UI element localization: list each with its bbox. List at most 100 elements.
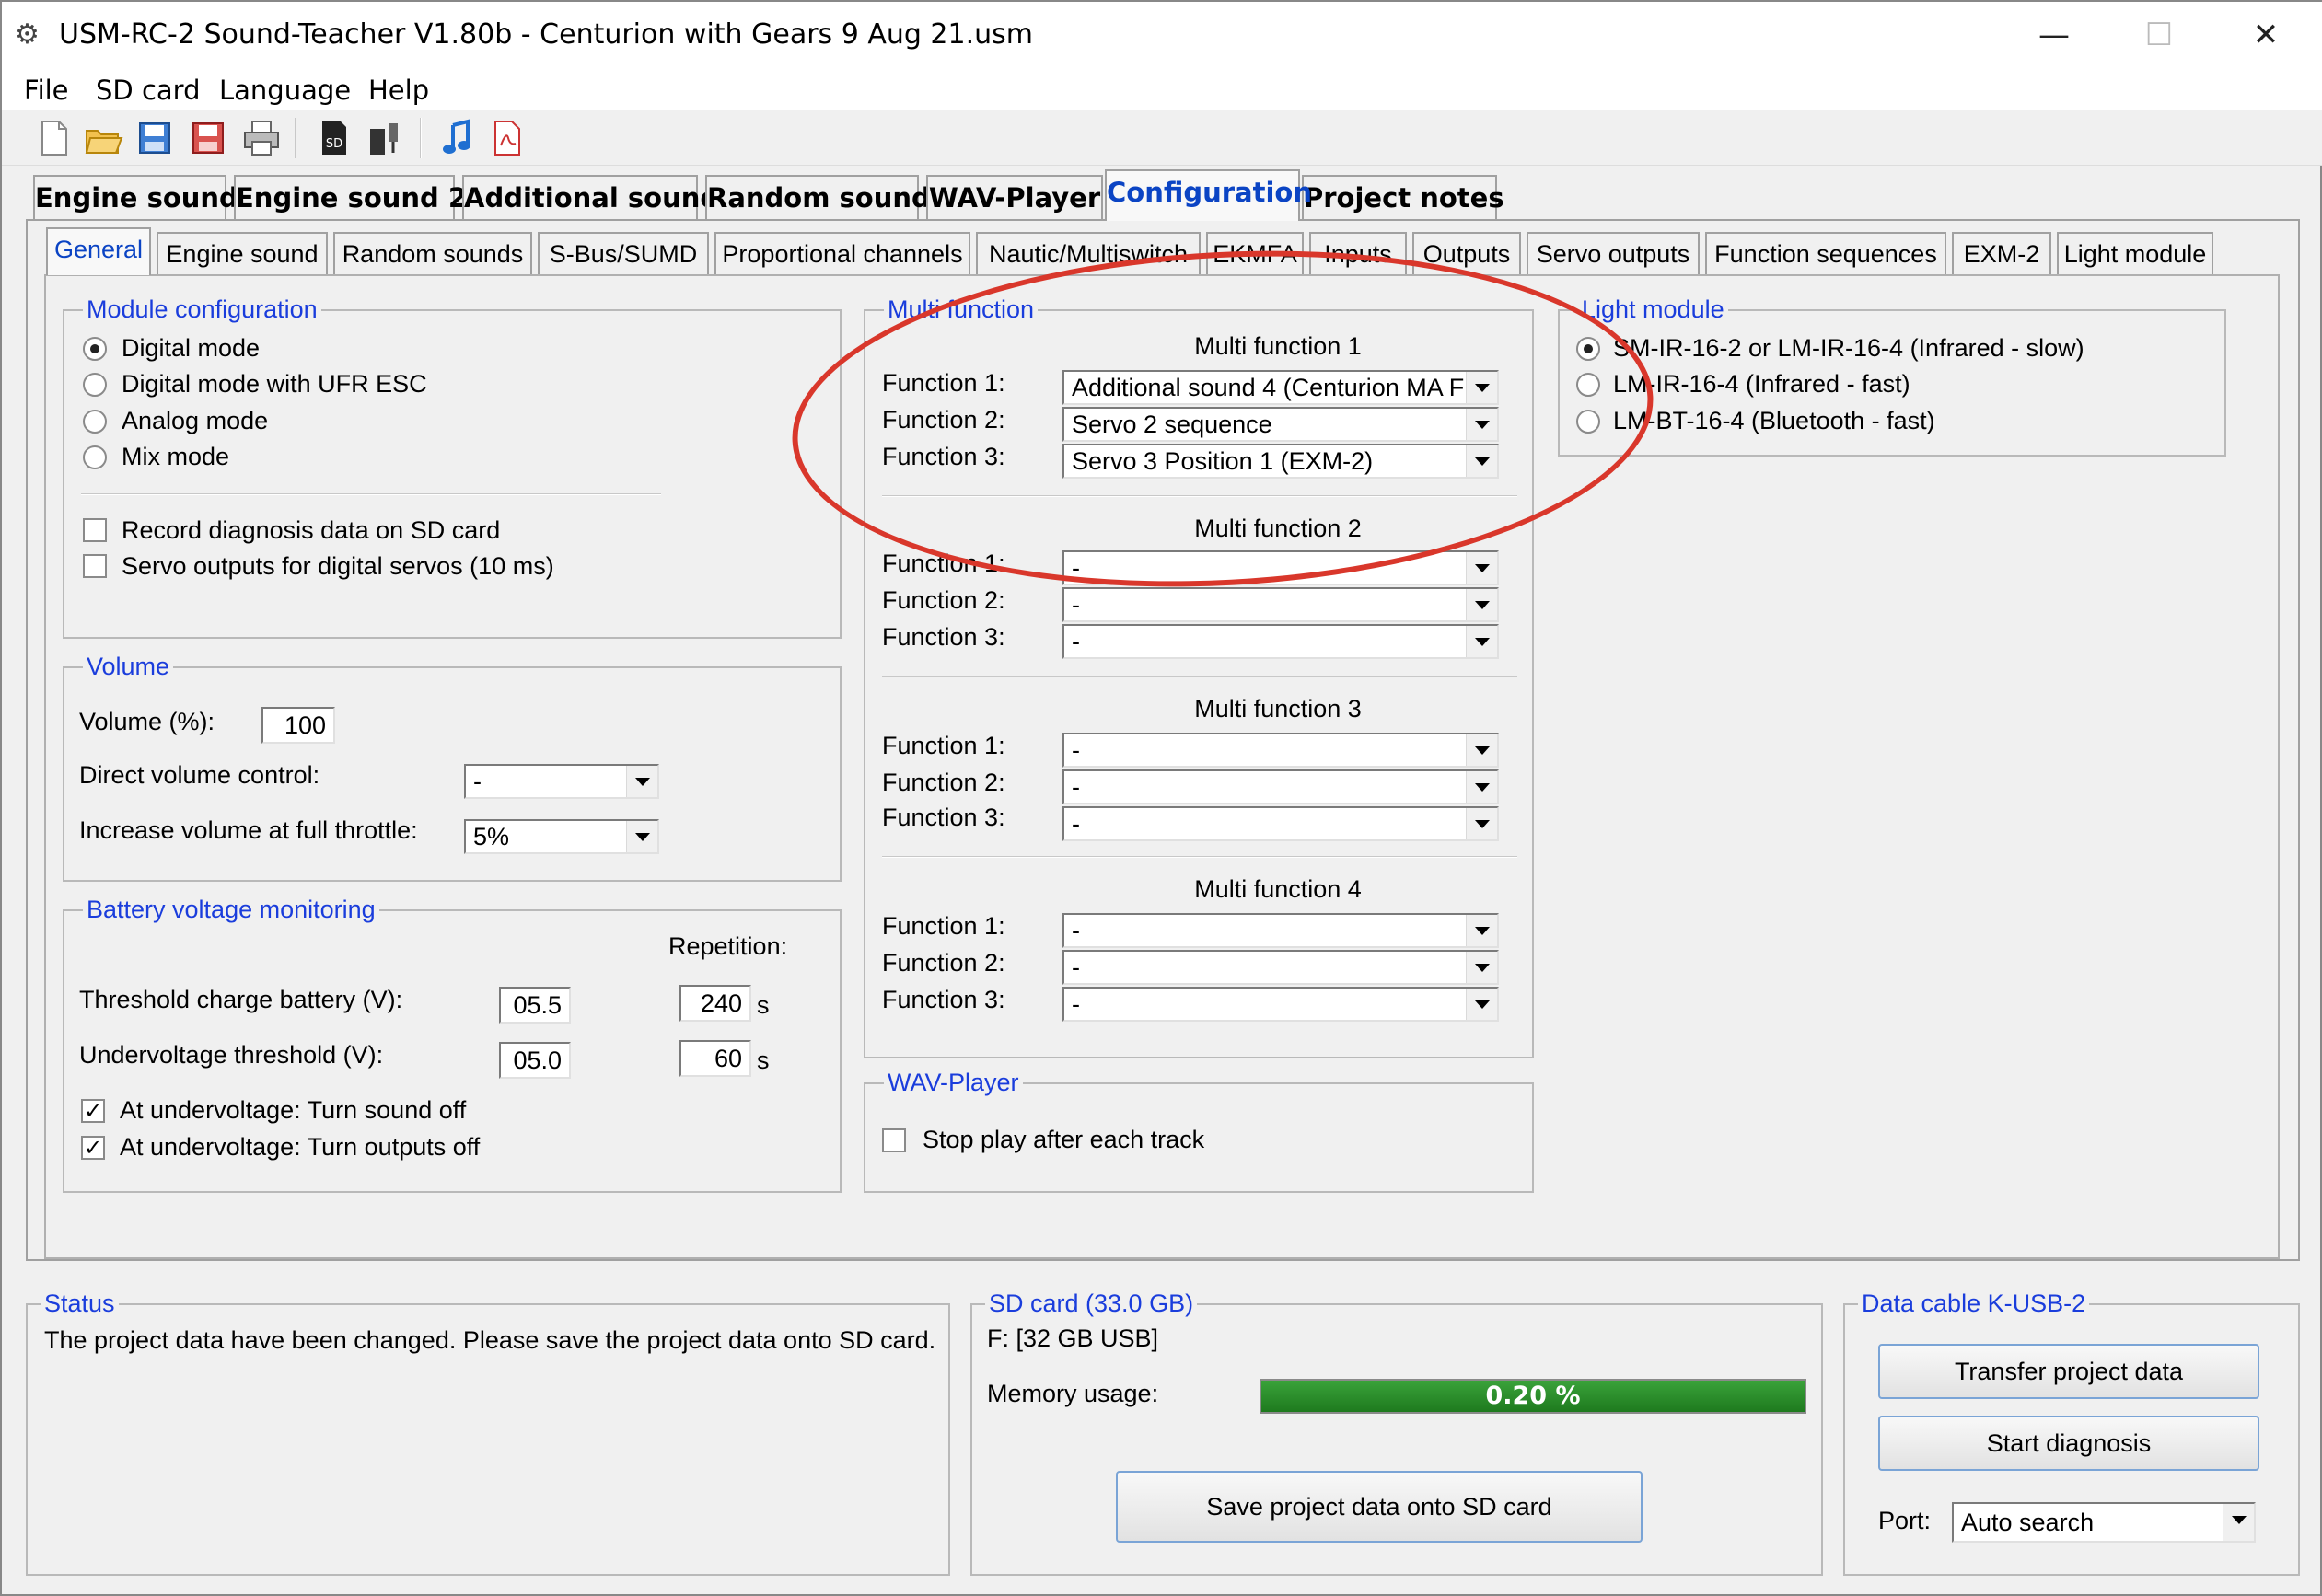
radio-analog-mode[interactable] [83, 410, 107, 434]
increase-volume-select[interactable]: 5% [464, 819, 659, 854]
mf4-function-1-select[interactable]: - [1062, 913, 1499, 948]
app-icon: ⚙ [15, 19, 40, 50]
music-note-icon[interactable] [436, 118, 477, 158]
function-label: Function 1: [882, 369, 1005, 397]
checkbox-servo-digital[interactable] [83, 554, 107, 578]
subtab-light-module[interactable]: Light module [2057, 232, 2213, 274]
chevron-down-icon[interactable] [1466, 589, 1497, 620]
save-as-icon[interactable] [188, 118, 228, 158]
subtab-general[interactable]: General [46, 227, 151, 275]
chevron-down-icon[interactable] [1466, 445, 1497, 477]
tab-engine-sound[interactable]: Engine sound [33, 175, 238, 219]
select-value: - [1072, 628, 1080, 655]
chevron-down-icon[interactable] [2223, 1504, 2254, 1541]
checkbox-turn-outputs-off[interactable]: ✓ [81, 1136, 105, 1160]
checkbox-turn-sound-off[interactable]: ✓ [81, 1099, 105, 1123]
minimize-button[interactable]: — [2003, 11, 2105, 59]
save-icon[interactable] [134, 118, 175, 158]
radio-mix-mode[interactable] [83, 445, 107, 469]
start-diagnosis-button[interactable]: Start diagnosis [1878, 1416, 2259, 1471]
print-icon[interactable] [241, 118, 282, 158]
chevron-down-icon[interactable] [1466, 734, 1497, 766]
sd-card-title: SD card (33.0 GB) [985, 1287, 1198, 1320]
chevron-down-icon[interactable] [1466, 808, 1497, 839]
open-folder-icon[interactable] [83, 118, 123, 158]
new-file-icon[interactable] [33, 118, 74, 158]
mf3-function-2-select[interactable]: - [1062, 769, 1499, 804]
subtab-exm-2[interactable]: EXM-2 [1952, 232, 2051, 274]
mf2-function-1-select[interactable]: - [1062, 550, 1499, 585]
radio-light-ir-slow[interactable] [1576, 337, 1600, 361]
subtab-ekmfa[interactable]: EKMFA [1206, 232, 1304, 274]
chevron-down-icon[interactable] [1466, 952, 1497, 983]
chevron-down-icon[interactable] [626, 766, 657, 797]
save-to-sd-button[interactable]: Save project data onto SD card [1116, 1471, 1643, 1543]
subtab-function-sequences[interactable]: Function sequences [1705, 232, 1946, 274]
chevron-down-icon[interactable] [626, 821, 657, 852]
mf1-function-1-select[interactable]: Additional sound 4 (Centurion MA Fi [1062, 370, 1499, 405]
tab-project-notes[interactable]: Project notes [1302, 175, 1504, 219]
maximize-button[interactable]: ☐ [2108, 11, 2210, 59]
radio-light-bt-fast[interactable] [1576, 410, 1600, 434]
threshold-repetition-input[interactable]: 240 [679, 985, 751, 1022]
tab-engine-sound-2[interactable]: Engine sound 2 [234, 175, 467, 219]
undervoltage-input[interactable]: 05.0 [499, 1042, 571, 1079]
checkbox-stop-play[interactable] [882, 1128, 906, 1152]
checkbox-record-diagnosis[interactable] [83, 518, 107, 542]
mf2-function-3-select[interactable]: - [1062, 624, 1499, 659]
mf3-function-3-select[interactable]: - [1062, 806, 1499, 841]
menu-file[interactable]: File [24, 72, 69, 109]
chevron-down-icon[interactable] [1466, 915, 1497, 946]
direct-volume-select[interactable]: - [464, 764, 659, 799]
menu-sd-card[interactable]: SD card [96, 72, 201, 109]
function-label: Function 3: [882, 443, 1005, 470]
subtab-nautic-multiswitch[interactable]: Nautic/Multiswitch [976, 232, 1201, 274]
mf4-function-2-select[interactable]: - [1062, 950, 1499, 985]
subtab-servo-outputs[interactable]: Servo outputs [1527, 232, 1700, 274]
threshold-charge-input[interactable]: 05.5 [499, 987, 571, 1024]
close-button[interactable]: ✕ [2215, 11, 2316, 59]
function-label: Function 2: [882, 586, 1005, 614]
chevron-down-icon[interactable] [1466, 372, 1497, 403]
function-label: Function 2: [882, 769, 1005, 796]
chevron-down-icon[interactable] [1466, 552, 1497, 584]
radio-digital-mode-ufr[interactable] [83, 373, 107, 397]
subtab-inputs[interactable]: Inputs [1309, 232, 1407, 274]
radio-digital-mode[interactable] [83, 337, 107, 361]
mf1-function-2-select[interactable]: Servo 2 sequence [1062, 407, 1499, 442]
transfer-project-data-button[interactable]: Transfer project data [1878, 1344, 2259, 1399]
chevron-down-icon[interactable] [1466, 626, 1497, 657]
tab-random-sound[interactable]: Random sound [705, 175, 931, 219]
menu-language[interactable]: Language [219, 72, 351, 109]
mf2-function-2-select[interactable]: - [1062, 587, 1499, 622]
memory-usage-text: 0.20 % [1485, 1382, 1581, 1410]
mf4-function-3-select[interactable]: - [1062, 987, 1499, 1022]
checkbox-label: Record diagnosis data on SD card [122, 516, 501, 544]
function-label: Function 1: [882, 732, 1005, 759]
volume-input[interactable]: 100 [261, 707, 335, 744]
tab-wav-player[interactable]: WAV-Player [926, 175, 1103, 219]
subtab-random-sounds[interactable]: Random sounds [333, 232, 532, 274]
subtab-outputs[interactable]: Outputs [1412, 232, 1521, 274]
pdf-icon[interactable] [486, 118, 527, 158]
mf3-function-1-select[interactable]: - [1062, 733, 1499, 768]
tab-configuration[interactable]: Configuration [1105, 169, 1312, 221]
mf1-function-3-select[interactable]: Servo 3 Position 1 (EXM-2) [1062, 444, 1499, 479]
chevron-down-icon[interactable] [1466, 409, 1497, 440]
tab-additional-sound[interactable]: Additional sound [462, 175, 719, 219]
sd-card-icon[interactable]: SD [313, 118, 354, 158]
radio-light-ir-fast[interactable] [1576, 373, 1600, 397]
chevron-down-icon[interactable] [1466, 771, 1497, 803]
port-select[interactable]: Auto search [1952, 1502, 2256, 1543]
undervoltage-repetition-input[interactable]: 60 [679, 1040, 751, 1077]
chevron-down-icon[interactable] [1466, 989, 1497, 1020]
menu-help[interactable]: Help [368, 72, 429, 109]
multi-function-4-title: Multi function 4 [1194, 875, 1362, 903]
radio-label: SM-IR-16-2 or LM-IR-16-4 (Infrared - slo… [1613, 334, 2084, 362]
subtab-proportional-channels[interactable]: Proportional channels [714, 232, 970, 274]
transfer-icon[interactable] [365, 118, 405, 158]
subtab-sbus-sumd[interactable]: S-Bus/SUMD [538, 232, 709, 274]
multi-function-title: Multi function [884, 293, 1039, 326]
subtab-engine-sound[interactable]: Engine sound [157, 232, 328, 274]
checkbox-label: At undervoltage: Turn outputs off [120, 1133, 481, 1161]
